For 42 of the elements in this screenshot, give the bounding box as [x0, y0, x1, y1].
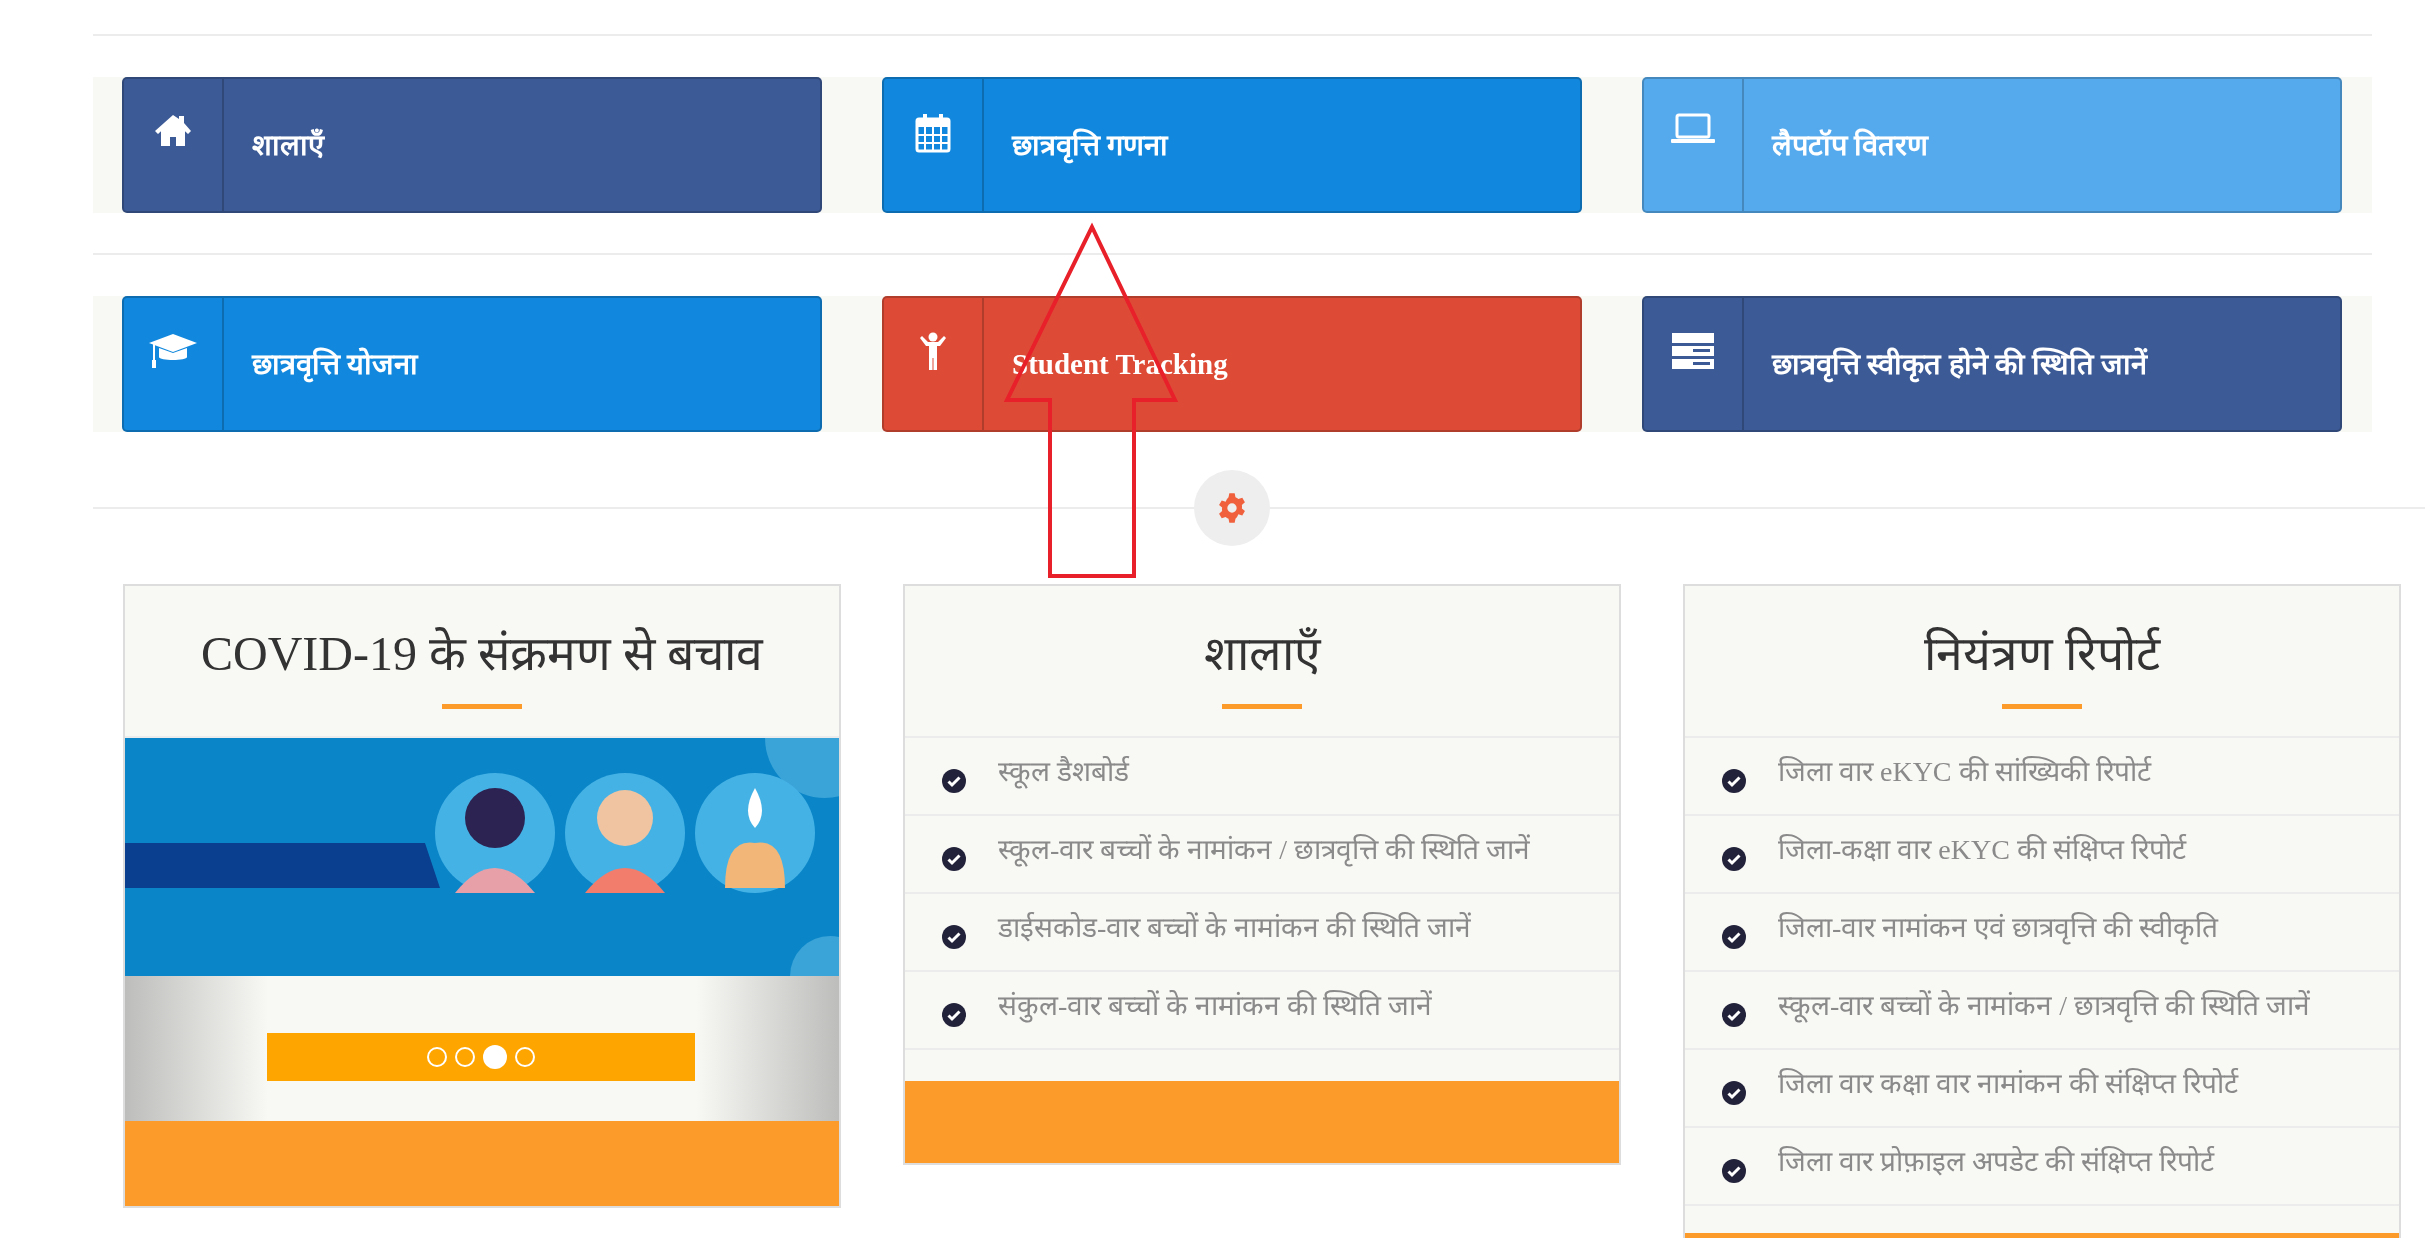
menu-tile[interactable]: Student Tracking	[882, 296, 1582, 432]
tile-label: छात्रवृत्ति स्वीकृत होने की स्थिति जानें	[1744, 344, 2148, 384]
check-circle-icon	[942, 1003, 966, 1027]
menu-tile[interactable]: छात्रवृत्ति स्वीकृत होने की स्थिति जानें	[1642, 296, 2342, 432]
report-link[interactable]: स्कूल-वार बच्चों के नामांकन / छात्रवृत्ति की स्थिति जानें	[998, 832, 1531, 868]
menu-tile[interactable]: छात्रवृत्ति गणना	[882, 77, 1582, 213]
child-icon	[919, 332, 947, 372]
check-circle-icon	[1722, 769, 1746, 793]
laptop-icon	[1670, 113, 1716, 145]
tile-label: Student Tracking	[1011, 347, 1228, 382]
check-circle-icon	[942, 925, 966, 949]
check-circle-icon	[1722, 925, 1746, 949]
report-link[interactable]: जिला-वार नामांकन एवं छात्रवृत्ति की स्वीकृति	[1778, 910, 2219, 946]
tile-label: छात्रवृत्ति गणना	[984, 125, 1169, 165]
check-circle-icon	[1722, 1159, 1746, 1183]
tile-label: शालाएँ	[251, 127, 324, 163]
check-circle-icon	[1722, 847, 1746, 871]
check-circle-icon	[942, 847, 966, 871]
report-link[interactable]: जिला वार कक्षा वार नामांकन की संक्षिप्त रिपोर्ट	[1778, 1066, 2238, 1102]
tile-label: लैपटॉप वितरण	[1770, 127, 1929, 163]
home-icon	[154, 113, 192, 147]
graduation-cap-icon	[148, 332, 198, 370]
menu-tile[interactable]: शालाएँ	[122, 77, 822, 213]
report-link[interactable]: जिला-कक्षा वार eKYC की संक्षिप्त रिपोर्ट	[1778, 832, 2186, 868]
check-circle-icon	[1722, 1003, 1746, 1027]
report-link[interactable]: स्कूल डैशबोर्ड	[998, 754, 1129, 790]
card-title: नियंत्रण रिपोर्ट	[1924, 626, 2160, 682]
menu-tile[interactable]: छात्रवृत्ति योजना	[122, 296, 822, 432]
report-link[interactable]: जिला वार eKYC की सांख्यिकी रिपोर्ट	[1778, 754, 2151, 790]
calendar-icon	[915, 113, 951, 153]
report-link[interactable]: स्कूल-वार बच्चों के नामांकन / छात्रवृत्ति की स्थिति जानें	[1778, 988, 2311, 1024]
report-link[interactable]: डाईसकोड-वार बच्चों के नामांकन की स्थिति जानें	[998, 910, 1472, 946]
check-circle-icon	[942, 769, 966, 793]
report-link[interactable]: जिला वार प्रोफ़ाइल अपडेट की संक्षिप्त रिपोर्ट	[1778, 1144, 2214, 1180]
check-circle-icon	[1722, 1081, 1746, 1105]
card-title: शालाएँ	[1203, 626, 1321, 682]
card-title: COVID-19 के संक्रमण से बचाव	[201, 626, 763, 682]
menu-tile[interactable]: लैपटॉप वितरण	[1642, 77, 2342, 213]
report-link[interactable]: संकुल-वार बच्चों के नामांकन की स्थिति जानें	[998, 988, 1433, 1024]
tile-label: छात्रवृत्ति योजना	[224, 344, 419, 384]
settings-icon	[1216, 492, 1248, 524]
server-icon	[1671, 332, 1715, 370]
